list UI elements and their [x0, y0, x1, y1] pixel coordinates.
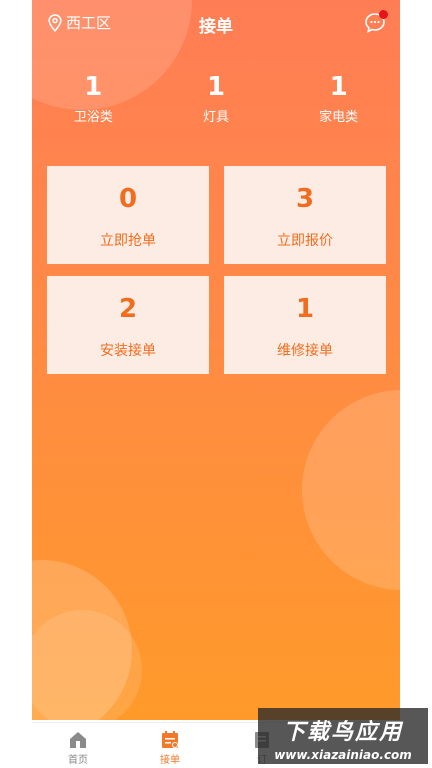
stat-label: 卫浴类: [73, 110, 113, 125]
watermark: 下载鸟应用 www.xiazainiao.com: [258, 708, 428, 764]
hero-background: 西工区 接单 1 卫浴类 1 灯具 1 家电类 0 立即抢单 3 立即报价 2 …: [32, 0, 400, 720]
stat-value: 1: [206, 72, 226, 102]
stat-bathroom[interactable]: 1 卫浴类: [38, 72, 148, 125]
repair-order-card[interactable]: 1 维修接单: [224, 276, 386, 374]
page-title: 接单: [199, 17, 233, 37]
stat-appliances[interactable]: 1 家电类: [284, 72, 394, 125]
grab-order-card[interactable]: 0 立即抢单: [47, 166, 209, 264]
tab-orders[interactable]: 接单: [140, 729, 200, 766]
card-label: 立即报价: [277, 233, 333, 249]
tab-home[interactable]: 首页: [48, 729, 108, 766]
card-label: 安装接单: [100, 343, 156, 359]
stat-value: 1: [84, 72, 103, 102]
card-count: 1: [295, 294, 315, 324]
quote-now-card[interactable]: 3 立即报价: [224, 166, 386, 264]
tab-label: 接单: [160, 755, 180, 766]
card-label: 立即抢单: [100, 233, 156, 249]
stat-value: 1: [329, 72, 348, 102]
app-screen: 西工区 接单 1 卫浴类 1 灯具 1 家电类 0 立即抢单 3 立即报价 2 …: [32, 0, 400, 768]
card-count: 0: [118, 184, 138, 214]
order-icon: [162, 731, 178, 748]
install-order-card[interactable]: 2 安装接单: [47, 276, 209, 374]
watermark-url: www.xiazainiao.com: [274, 748, 412, 762]
decor-circle: [302, 390, 400, 590]
tab-label: 首页: [68, 755, 88, 766]
watermark-title: 下载鸟应用: [282, 720, 403, 745]
home-icon: [70, 732, 86, 748]
category-stats: 1 卫浴类 1 灯具 1 家电类: [32, 72, 400, 125]
unread-badge: [379, 10, 388, 19]
card-count: 2: [118, 294, 138, 324]
top-bar: 西工区 接单: [32, 0, 400, 48]
message-button[interactable]: [364, 10, 388, 34]
card-label: 维修接单: [277, 343, 333, 359]
stat-label: 灯具: [202, 110, 229, 125]
stat-lighting[interactable]: 1 灯具: [161, 72, 271, 125]
stat-label: 家电类: [319, 110, 359, 125]
card-count: 3: [295, 184, 315, 214]
